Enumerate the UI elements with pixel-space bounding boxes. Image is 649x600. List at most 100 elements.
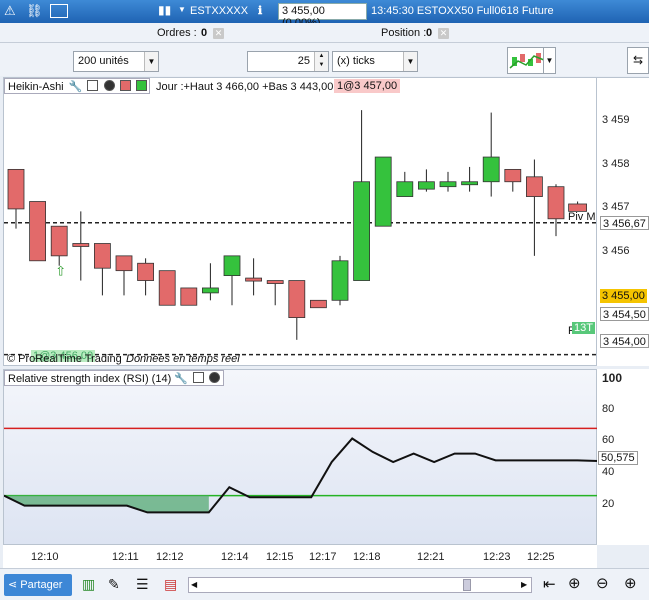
candle-body	[137, 262, 155, 281]
rsi-canvas	[4, 427, 598, 514]
footer-brand: © ProRealTime Trading	[7, 353, 122, 365]
rsi-current-value: 50,575	[598, 451, 638, 465]
scroll-left-icon[interactable]: ◀	[191, 580, 197, 589]
rsi-header: Relative strength index (RSI) (14) 🔧	[4, 370, 224, 386]
chevron-down-icon[interactable]: ▼	[543, 47, 556, 74]
candle-body	[50, 225, 68, 257]
order-toolbar: 200 unités ▼ 25 ▲ ▼ (x) ticks ▼ ▼ ⇆	[0, 43, 649, 76]
ticks-unit-select[interactable]: (x) ticks ▼	[332, 51, 418, 72]
rsi-axis[interactable]: 100 80 60 40 20 50,575	[597, 369, 649, 545]
units-select[interactable]: 200 unités ▼	[73, 51, 159, 72]
share-button[interactable]: ⋖ Partager	[4, 574, 72, 596]
candle-body	[115, 255, 133, 272]
bottom-bar: ⋖ Partager ▥ ✎ ☰ ▤ ◀ ▶ ⇤ ⊕ ⊖ ⊕	[0, 568, 649, 600]
candle-body	[266, 280, 284, 284]
indicator-add-icon[interactable]: ▥	[82, 576, 95, 593]
indicator-header: Heikin-Ashi 🔧	[4, 78, 150, 94]
ohlc-text: Jour :+Haut 3 466,00 +Bas 3 443,00	[156, 81, 334, 93]
time-tick: 12:21	[417, 551, 445, 563]
move-down-icon[interactable]	[119, 80, 131, 91]
position-count: 0	[426, 27, 433, 39]
close-icon[interactable]	[209, 372, 221, 383]
candle-body	[547, 186, 565, 220]
time-tick: 12:14	[221, 551, 249, 563]
stepper-arrows-icon[interactable]: ▲ ▼	[314, 52, 328, 71]
candle-body	[158, 270, 176, 306]
candle-body	[309, 299, 327, 309]
level-tag: 3 454,50	[600, 307, 649, 321]
candle-body	[482, 156, 500, 183]
wrench-icon[interactable]: 🔧	[174, 373, 188, 385]
time-axis[interactable]: 12:10 12:11 12:12 12:14 12:15 12:17 12:1…	[3, 545, 597, 568]
candle-body	[396, 181, 414, 197]
move-up-icon[interactable]	[135, 80, 147, 91]
candle-body	[72, 243, 90, 247]
pivot-m-value: 3 456,67	[600, 216, 649, 230]
candle-body	[417, 181, 435, 190]
window-icon[interactable]	[87, 80, 99, 91]
candle-body	[353, 181, 371, 281]
list-icon[interactable]: ☰	[136, 576, 149, 593]
rsi-oversold-area	[4, 495, 209, 513]
candle-body	[288, 280, 306, 318]
transfer-icon[interactable]: ⇆	[627, 47, 649, 74]
axis-tick: 20	[602, 498, 615, 510]
bars-icon[interactable]: ▮▮	[158, 3, 171, 17]
candle-body	[439, 181, 457, 188]
pivot-m-label: Piv M	[568, 211, 596, 223]
rsi-title: Relative strength index (RSI) (14)	[8, 373, 172, 385]
close-icon[interactable]	[103, 80, 115, 91]
drawing-tools-icon[interactable]: ✎	[108, 576, 120, 593]
time-tick: 12:25	[527, 551, 555, 563]
orders-count: 0	[201, 27, 208, 39]
candle-body	[526, 176, 543, 197]
axis-tick: 60	[602, 434, 615, 446]
link-icon[interactable]: ⛓	[26, 3, 43, 19]
candles-glyph	[509, 53, 545, 69]
share-label: Partager	[20, 579, 63, 591]
warning-icon[interactable]: ⚠	[4, 3, 16, 19]
candle-body	[94, 243, 111, 269]
keyboard-icon[interactable]	[50, 4, 68, 18]
orders-label: Ordres :	[157, 27, 197, 39]
chart-type-icon[interactable]	[507, 47, 547, 74]
last-price-tag: 3 455,00	[600, 289, 647, 303]
zoom-out-icon[interactable]: ⊖	[596, 574, 609, 592]
candle-body	[223, 255, 241, 277]
ticks-stepper[interactable]: 25 ▲ ▼	[247, 51, 329, 72]
candle-body	[374, 156, 392, 227]
close-icon[interactable]: ✕	[438, 28, 449, 39]
candle-body	[180, 287, 198, 306]
cursor-mode-icon[interactable]: ⇤	[543, 575, 556, 593]
price-chart[interactable]: ✖⇧ Heikin-Ashi 🔧 Jour :+Haut 3 466,00 +B…	[3, 77, 598, 366]
layers-icon[interactable]: ▤	[164, 576, 177, 593]
info-icon[interactable]: ℹ	[258, 4, 262, 17]
ticks-badge: 13T	[572, 322, 595, 334]
time-tick: 12:18	[353, 551, 381, 563]
time-tick: 12:12	[156, 551, 184, 563]
window-icon[interactable]	[193, 372, 205, 383]
instrument-name[interactable]: ESTXXXXX	[190, 5, 248, 17]
indicator-name: Heikin-Ashi	[8, 81, 64, 93]
candle-body	[504, 168, 522, 183]
zoom-fit-icon[interactable]: ⊕	[568, 574, 581, 592]
axis-tick: 100	[602, 371, 623, 385]
time-tick: 12:11	[112, 551, 139, 563]
wrench-icon[interactable]: 🔧	[69, 81, 83, 93]
candle-body	[29, 201, 47, 262]
axis-tick: 3 459	[602, 114, 630, 126]
close-icon[interactable]: ✕	[213, 28, 224, 39]
time-and-name: 13:45:30 ESTOXX50 Full0618 Future	[371, 5, 554, 17]
chevron-down-icon[interactable]: ▼	[403, 52, 417, 71]
chart-scrollbar[interactable]: ◀ ▶	[188, 577, 532, 593]
rsi-panel[interactable]: Relative strength index (RSI) (14) 🔧	[3, 369, 598, 545]
chevron-down-icon[interactable]: ▼	[178, 5, 186, 14]
chevron-down-icon[interactable]: ▼	[144, 52, 158, 71]
order-badge[interactable]: 1@3 457,00	[334, 79, 401, 93]
zoom-in-icon[interactable]: ⊕	[624, 574, 637, 592]
scroll-right-icon[interactable]: ▶	[521, 580, 527, 589]
scroll-thumb[interactable]	[463, 579, 471, 591]
axis-tick: 3 456	[602, 245, 630, 257]
units-value: 200 unités	[78, 55, 129, 67]
time-tick: 12:23	[483, 551, 511, 563]
